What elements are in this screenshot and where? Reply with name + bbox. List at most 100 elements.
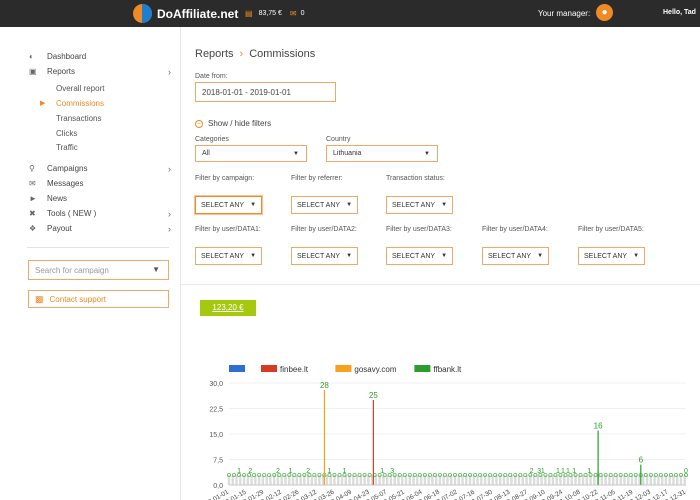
y-tick-label: 7,5 xyxy=(213,458,223,465)
zero-marker xyxy=(446,475,449,485)
zero-marker xyxy=(581,475,585,485)
balance-area: ▤ 83,75 € ✉ 0 xyxy=(245,9,305,18)
zero-marker xyxy=(491,475,494,485)
data-value-label: 2 xyxy=(530,468,534,475)
filter-data2-select[interactable]: SELECT ANY ▼ xyxy=(291,247,359,265)
filter-referrer-select[interactable]: SELECT ANY ▼ xyxy=(291,196,359,214)
caret-down-icon: ▼ xyxy=(250,202,257,208)
x-tick-label: 2018-01-01 xyxy=(198,488,231,500)
user-greeting[interactable]: Hello, Tad xyxy=(663,9,696,16)
filter-data5-value: SELECT ANY xyxy=(584,252,628,260)
zero-marker xyxy=(431,475,434,485)
active-arrow-icon: ▶ xyxy=(40,100,46,107)
country-select[interactable]: Lithuania ▼ xyxy=(326,145,438,162)
brand[interactable]: DoAffiliate.net xyxy=(133,4,238,23)
total-amount-badge[interactable]: 123,20 € xyxy=(200,300,256,316)
zero-marker xyxy=(295,475,298,485)
filter-data5-select[interactable]: SELECT ANY ▼ xyxy=(578,247,646,265)
sidebar-item-label: Payout xyxy=(47,224,72,233)
categories-label: Categories xyxy=(195,136,229,143)
caret-down-icon: ▼ xyxy=(441,253,448,259)
campaign-search-input[interactable]: Search for campaign ▼ xyxy=(28,260,169,280)
breadcrumb-commissions: Commissions xyxy=(249,48,316,60)
gauge-icon: ◐ xyxy=(29,52,34,61)
zero-marker xyxy=(536,475,540,485)
zero-marker xyxy=(506,475,509,485)
sidebar-item-messages[interactable]: ✉ Messages xyxy=(29,179,171,188)
sidebar-item-payout[interactable]: ❖ Payout › xyxy=(29,224,171,234)
zero-marker xyxy=(340,475,344,485)
sidebar-item-label: Campaigns xyxy=(47,164,88,173)
data-value-label: 0 xyxy=(684,468,688,475)
legend-label: gosavy.com xyxy=(354,365,396,374)
sidebar-subitem-traffic[interactable]: Traffic xyxy=(56,143,78,152)
filter-data4-label: Filter by user/DATA4: xyxy=(482,226,548,233)
contact-support-button[interactable]: ▩ Contact support xyxy=(28,290,169,308)
sidebar-item-tools[interactable]: ✖ Tools ( NEW ) › xyxy=(29,209,171,219)
filter-data3-select[interactable]: SELECT ANY ▼ xyxy=(386,247,454,265)
data-value-label: 1 xyxy=(541,468,545,475)
zero-marker xyxy=(401,475,404,485)
categories-value: All xyxy=(202,150,210,157)
filter-campaign-select[interactable]: SELECT ANY ▼ xyxy=(195,196,263,214)
sidebar-divider xyxy=(27,247,169,248)
sidebar-item-dashboard[interactable]: ◐ Dashboard xyxy=(29,52,171,61)
data-value-label: 1 xyxy=(343,468,347,475)
balance-amount[interactable]: 83,75 € xyxy=(259,10,282,17)
caret-down-icon: ▼ xyxy=(346,253,353,259)
spike-value-label: 25 xyxy=(369,391,378,400)
data-value-label: 1 xyxy=(561,468,565,475)
filter-referrer-value: SELECT ANY xyxy=(297,201,341,209)
notification-count[interactable]: 0 xyxy=(301,10,305,17)
sidebar-subitem-clicks[interactable]: Clicks xyxy=(56,129,77,138)
data-value-label: 1 xyxy=(566,468,570,475)
sidebar-item-label: Dashboard xyxy=(47,52,87,61)
data-value-label: 1 xyxy=(237,468,241,475)
wallet-icon: ▤ xyxy=(245,9,253,18)
sidebar-item-campaigns[interactable]: ⚲ Campaigns › xyxy=(29,164,171,174)
legend-swatch xyxy=(335,365,352,372)
legend-swatch xyxy=(414,365,431,372)
caret-down-icon: ▼ xyxy=(441,202,448,208)
zero-marker xyxy=(416,475,419,485)
categories-select[interactable]: All ▼ xyxy=(195,145,307,162)
filter-data4-select[interactable]: SELECT ANY ▼ xyxy=(482,247,550,265)
data-value-label: 2 xyxy=(248,468,252,475)
sidebar: ◐ Dashboard ▣ Reports › Overall report ▶… xyxy=(0,27,181,500)
filter-data4-value: SELECT ANY xyxy=(488,252,532,260)
sidebar-subitem-overall-report[interactable]: Overall report xyxy=(56,84,104,93)
legend-label: finbee.lt xyxy=(280,365,309,374)
data-value-label: 1 xyxy=(380,468,384,475)
filter-referrer-label: Filter by referrer: xyxy=(291,175,343,182)
manager-avatar-icon[interactable]: ● xyxy=(596,4,613,21)
sidebar-subitem-transactions[interactable]: Transactions xyxy=(56,114,102,123)
sidebar-subitem-commissions[interactable]: Commissions xyxy=(56,99,104,108)
breadcrumb-reports[interactable]: Reports xyxy=(195,48,234,60)
date-range-input[interactable]: 2018-01-01 - 2019-01-01 xyxy=(195,82,336,102)
legend-label: ffbank.lt xyxy=(433,365,462,374)
caret-down-icon: ▼ xyxy=(424,150,430,157)
chat-icon: ▩ xyxy=(35,293,44,304)
sidebar-item-label: Tools ( NEW ) xyxy=(47,209,97,218)
mail-icon[interactable]: ✉ xyxy=(290,9,297,18)
zero-marker xyxy=(265,475,268,485)
zero-marker xyxy=(627,475,630,485)
contact-support-label: Contact support xyxy=(49,294,106,304)
search-icon: ⚲ xyxy=(29,164,35,173)
caret-down-icon: ▼ xyxy=(293,150,299,157)
zero-marker xyxy=(566,475,570,485)
toggle-filters-label: Show / hide filters xyxy=(208,119,272,128)
sidebar-item-news[interactable]: ► News xyxy=(29,194,171,203)
zero-marker xyxy=(642,475,645,485)
chevron-right-icon: › xyxy=(168,66,171,77)
zero-marker xyxy=(461,475,464,485)
toggle-filters-button[interactable]: – Show / hide filters xyxy=(195,119,271,128)
y-tick-label: 0,0 xyxy=(213,483,223,490)
y-tick-label: 30,0 xyxy=(209,381,223,388)
filter-status-select[interactable]: SELECT ANY ▼ xyxy=(386,196,454,214)
breadcrumb-separator-icon: › xyxy=(239,48,244,60)
filter-data1-select[interactable]: SELECT ANY ▼ xyxy=(195,247,263,265)
zero-marker xyxy=(355,475,359,485)
sidebar-item-reports[interactable]: ▣ Reports › xyxy=(29,66,171,77)
zero-marker xyxy=(385,475,389,485)
